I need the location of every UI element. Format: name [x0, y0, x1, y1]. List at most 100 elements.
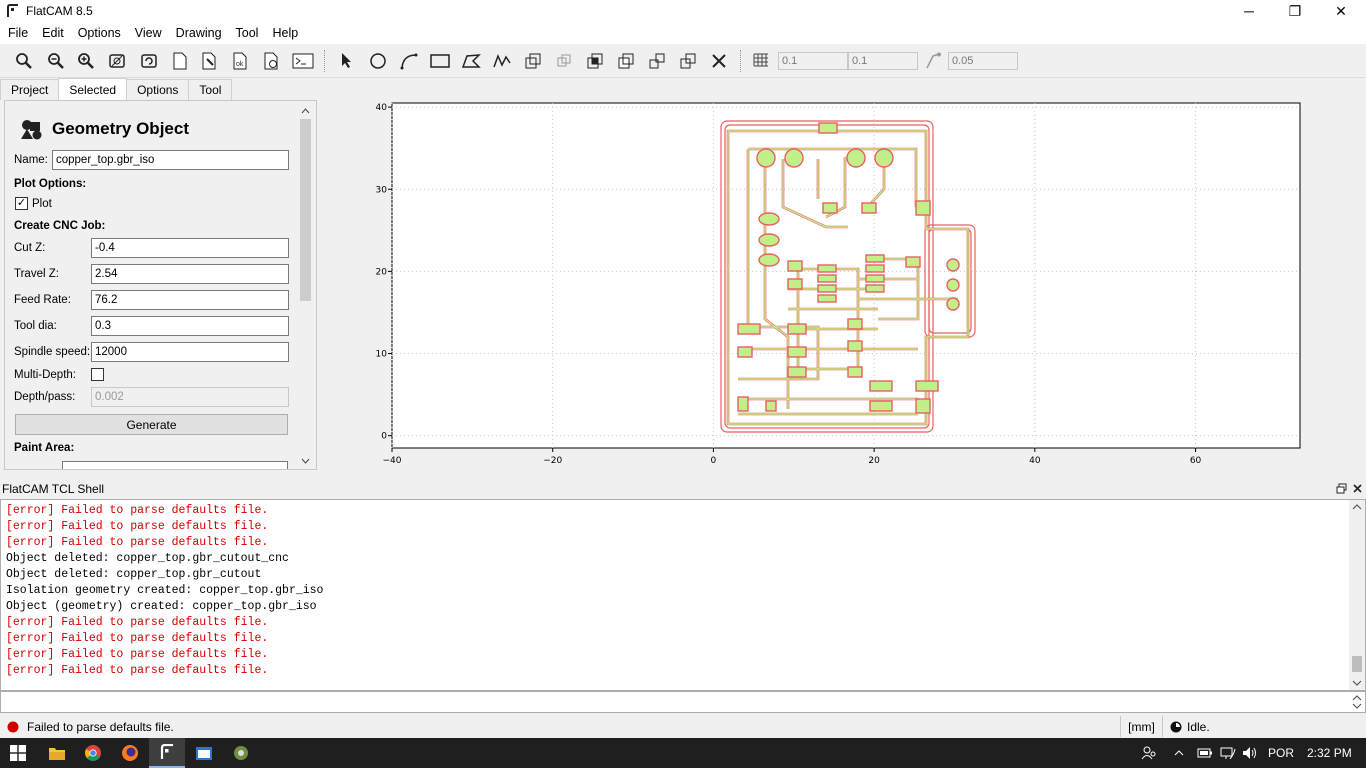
- menu-edit[interactable]: Edit: [37, 26, 69, 40]
- x-axis-ticks: −40 −20 0 20 40 60: [383, 448, 1202, 466]
- volume-icon[interactable]: [1242, 746, 1258, 760]
- multidepth-label: Multi-Depth:: [14, 369, 76, 381]
- zoom-out-icon[interactable]: [43, 49, 69, 73]
- name-field[interactable]: [52, 150, 289, 170]
- shell-scroll-thumb[interactable]: [1352, 656, 1362, 672]
- shell-scroll-up-icon[interactable]: [1349, 500, 1365, 514]
- spindle-field[interactable]: [91, 342, 289, 362]
- open-excellon-icon[interactable]: ok: [228, 49, 254, 73]
- chrome-icon[interactable]: [75, 738, 111, 768]
- menu-drawing[interactable]: Drawing: [171, 26, 227, 40]
- menu-file[interactable]: File: [3, 26, 33, 40]
- tooldia-field[interactable]: [91, 316, 289, 336]
- idle-status-icon: [1170, 721, 1182, 733]
- delete-shape-icon[interactable]: [706, 49, 732, 73]
- units-label[interactable]: [mm]: [1120, 716, 1163, 737]
- tab-options[interactable]: Options: [126, 79, 190, 100]
- notebook-tabs: Project Selected Options Tool: [0, 78, 233, 100]
- tab-selected[interactable]: Selected: [58, 78, 128, 100]
- paint-area-field[interactable]: [62, 461, 288, 469]
- shell-title: FlatCAM TCL Shell: [2, 482, 105, 496]
- intersection-icon[interactable]: [582, 49, 608, 73]
- copy-objects-icon[interactable]: [675, 49, 701, 73]
- undock-icon[interactable]: [1336, 483, 1347, 494]
- panel-scrollbar[interactable]: [298, 105, 313, 467]
- plot-checkbox[interactable]: ✓: [15, 197, 28, 210]
- shell-line: [error] Failed to parse defaults file.: [6, 648, 269, 661]
- taskbar-clock[interactable]: 2:32 PM: [1307, 746, 1352, 760]
- firefox-icon[interactable]: [112, 738, 148, 768]
- name-label: Name:: [14, 154, 48, 166]
- shell-command-input[interactable]: [0, 691, 1366, 713]
- scroll-up-icon[interactable]: [298, 105, 313, 117]
- snap-max-icon[interactable]: [920, 49, 946, 73]
- minimize-button[interactable]: ─: [1226, 0, 1272, 22]
- feedrate-label: Feed Rate:: [14, 294, 71, 306]
- flatcam-taskbar-icon[interactable]: [149, 738, 185, 768]
- battery-icon[interactable]: [1197, 746, 1213, 760]
- snap-max-input[interactable]: [948, 52, 1018, 70]
- main-toolbar: ok: [0, 44, 1366, 78]
- rectangle-tool-icon[interactable]: [427, 49, 453, 73]
- close-shell-icon[interactable]: [1352, 483, 1363, 494]
- people-icon[interactable]: [1141, 745, 1157, 761]
- plot-canvas[interactable]: −40 −20 0 20 40 60 40 30 20 10 0: [318, 79, 1366, 479]
- polygon-tool-icon[interactable]: [458, 49, 484, 73]
- x-tick-label: 20: [868, 456, 880, 466]
- panel-scroll-thumb[interactable]: [300, 119, 311, 301]
- scroll-down-icon[interactable]: [298, 455, 313, 467]
- menu-help[interactable]: Help: [267, 26, 303, 40]
- terminal-app-icon[interactable]: [186, 738, 222, 768]
- svg-text:ok: ok: [236, 61, 244, 68]
- union-icon[interactable]: [551, 49, 577, 73]
- clear-plot-icon[interactable]: [104, 49, 130, 73]
- grid-y-input[interactable]: [848, 52, 918, 70]
- circle-tool-icon[interactable]: [365, 49, 391, 73]
- depthpass-field[interactable]: [91, 387, 289, 407]
- menu-bar: File Edit Options View Drawing Tool Help: [0, 22, 1366, 44]
- y-tick-label: 40: [376, 103, 388, 113]
- generate-button[interactable]: Generate: [15, 414, 288, 435]
- move-objects-icon[interactable]: [520, 49, 546, 73]
- cutz-field[interactable]: [91, 238, 289, 258]
- chevron-up-icon[interactable]: [1173, 747, 1185, 759]
- travelz-field[interactable]: [91, 264, 289, 284]
- new-project-icon[interactable]: [167, 49, 193, 73]
- misc-app-icon[interactable]: [223, 738, 259, 768]
- path-tool-icon[interactable]: [489, 49, 515, 73]
- multidepth-checkbox[interactable]: [91, 368, 104, 381]
- feedrate-field[interactable]: [91, 290, 289, 310]
- shell-scroll-down-icon[interactable]: [1349, 676, 1365, 690]
- menu-options[interactable]: Options: [73, 26, 126, 40]
- cmd-spin-icon[interactable]: [1350, 693, 1364, 711]
- arc-tool-icon[interactable]: [396, 49, 422, 73]
- select-arrow-icon[interactable]: [334, 49, 360, 73]
- windows-start-icon[interactable]: [0, 738, 36, 768]
- subtract-icon[interactable]: [613, 49, 639, 73]
- replot-icon[interactable]: [136, 49, 162, 73]
- plot-area[interactable]: −40 −20 0 20 40 60 40 30 20 10 0: [318, 79, 1366, 479]
- shell-output[interactable]: [error] Failed to parse defaults file. [e…: [0, 499, 1366, 691]
- shell-scrollbar[interactable]: [1349, 500, 1365, 690]
- restore-button[interactable]: ❐: [1272, 0, 1318, 22]
- input-language[interactable]: POR: [1268, 746, 1294, 760]
- check-geometry-icon[interactable]: [259, 49, 285, 73]
- file-explorer-icon[interactable]: [39, 738, 75, 768]
- grid-x-input[interactable]: [778, 52, 848, 70]
- tab-tool[interactable]: Tool: [188, 79, 233, 100]
- new-geometry-icon[interactable]: [197, 49, 223, 73]
- windows-taskbar: POR 2:32 PM: [0, 738, 1366, 768]
- zoom-fit-icon[interactable]: [11, 49, 37, 73]
- cut-path-icon[interactable]: [644, 49, 670, 73]
- y-tick-label: 30: [376, 185, 388, 195]
- y-tick-label: 20: [376, 267, 388, 277]
- close-window-button[interactable]: ✕: [1318, 0, 1364, 22]
- grid-snap-icon[interactable]: [748, 49, 774, 73]
- tab-project[interactable]: Project: [0, 79, 60, 100]
- menu-tool[interactable]: Tool: [231, 26, 264, 40]
- menu-view[interactable]: View: [130, 26, 167, 40]
- shell-toggle-icon[interactable]: [290, 49, 316, 73]
- shell-line: [error] Failed to parse defaults file.: [6, 504, 269, 517]
- zoom-in-icon[interactable]: [73, 49, 99, 73]
- network-icon[interactable]: [1220, 746, 1236, 760]
